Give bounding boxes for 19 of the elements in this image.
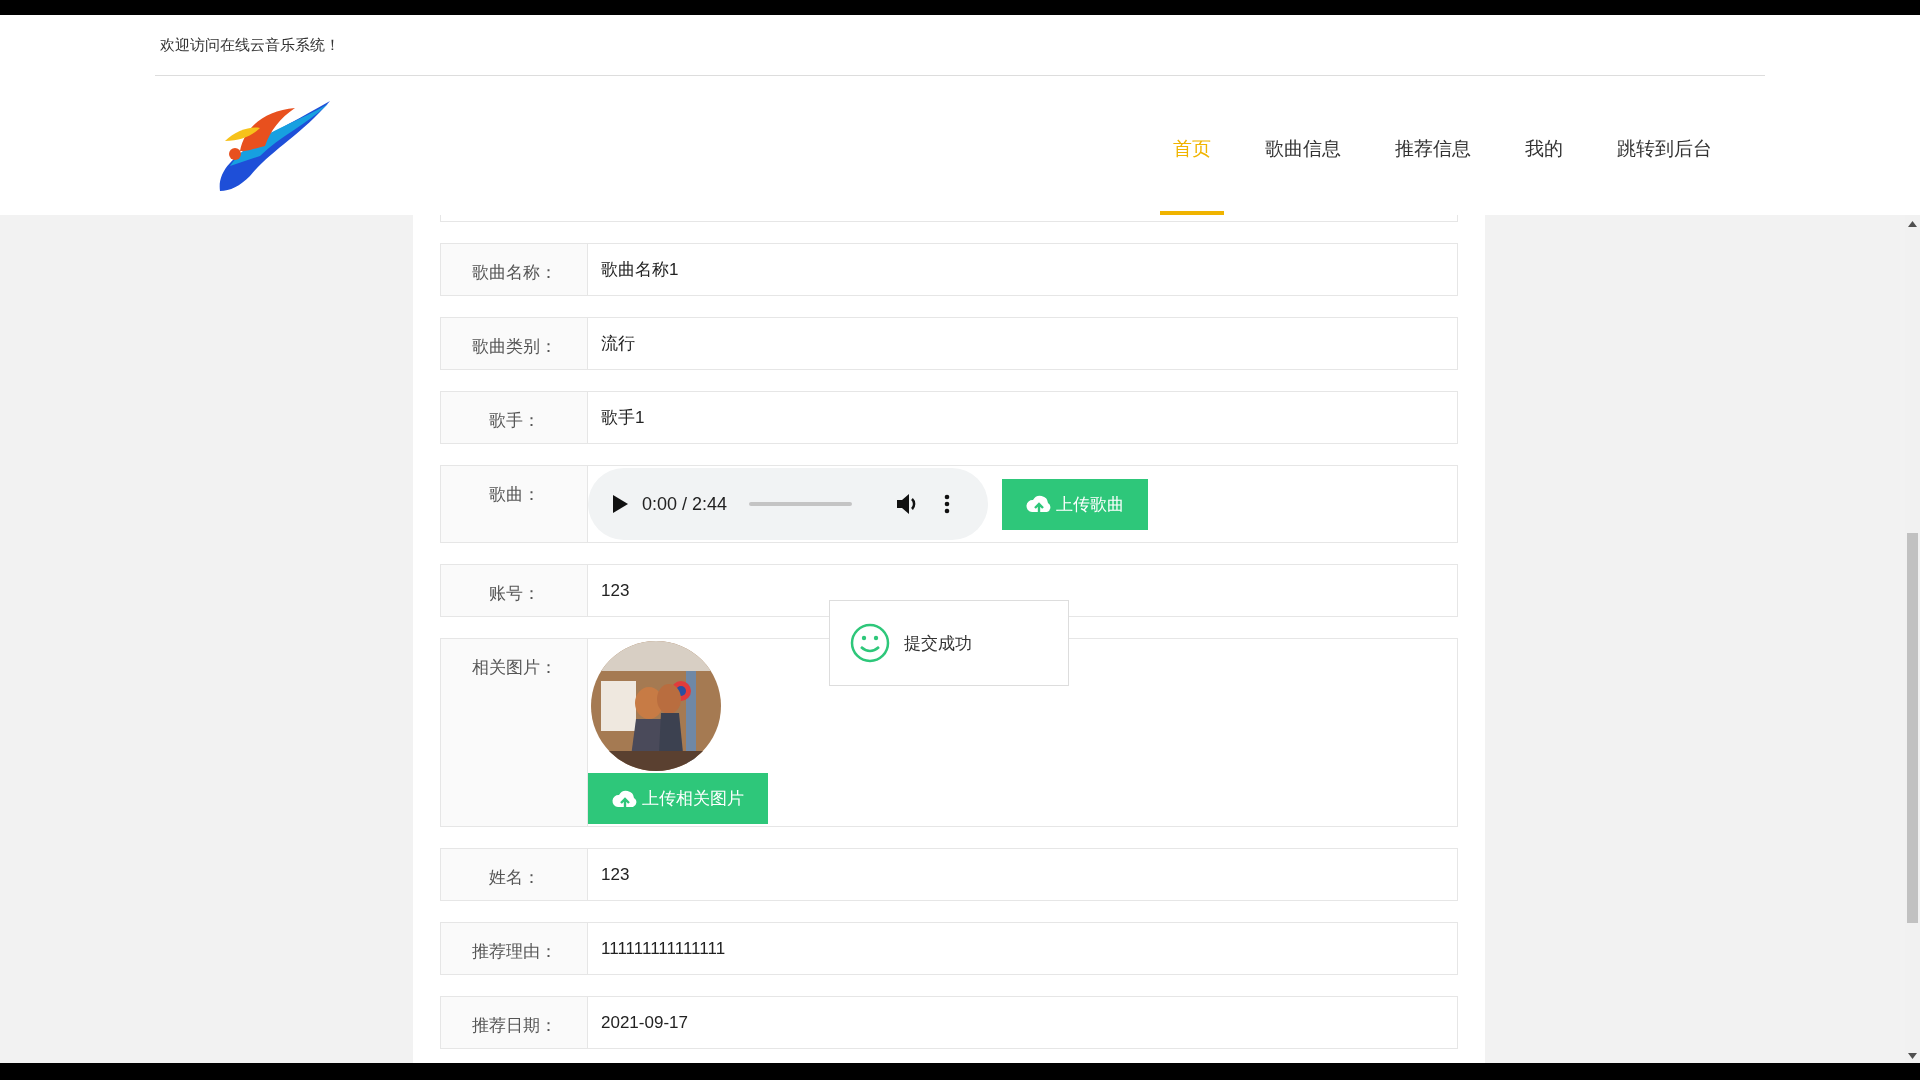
audio-player[interactable]: 0:00 / 2:44 bbox=[588, 468, 988, 540]
nav-tab[interactable]: 跳转到后台 bbox=[1604, 86, 1725, 215]
scrollbar-thumb[interactable] bbox=[1907, 533, 1918, 923]
play-icon[interactable] bbox=[612, 495, 628, 513]
scroll-down-icon[interactable] bbox=[1908, 1053, 1917, 1059]
field-label: 歌曲： bbox=[441, 466, 588, 542]
nav-tab[interactable]: 推荐信息 bbox=[1382, 86, 1484, 215]
progress-slider[interactable] bbox=[749, 502, 853, 506]
welcome-text: 欢迎访问在线云音乐系统！ bbox=[160, 35, 340, 55]
time-display: 0:00 / 2:44 bbox=[642, 493, 728, 515]
more-icon[interactable] bbox=[944, 494, 951, 514]
upload-cloud-icon bbox=[1026, 494, 1052, 514]
field-label: 相关图片： bbox=[441, 639, 588, 826]
nav-tab[interactable]: 歌曲信息 bbox=[1252, 86, 1354, 215]
toast-text: 提交成功 bbox=[904, 632, 972, 655]
upload-cloud-icon bbox=[612, 788, 638, 809]
smile-icon bbox=[850, 623, 890, 663]
nav-tab[interactable]: 我的 bbox=[1512, 86, 1576, 215]
scroll-up-icon[interactable] bbox=[1908, 221, 1917, 227]
